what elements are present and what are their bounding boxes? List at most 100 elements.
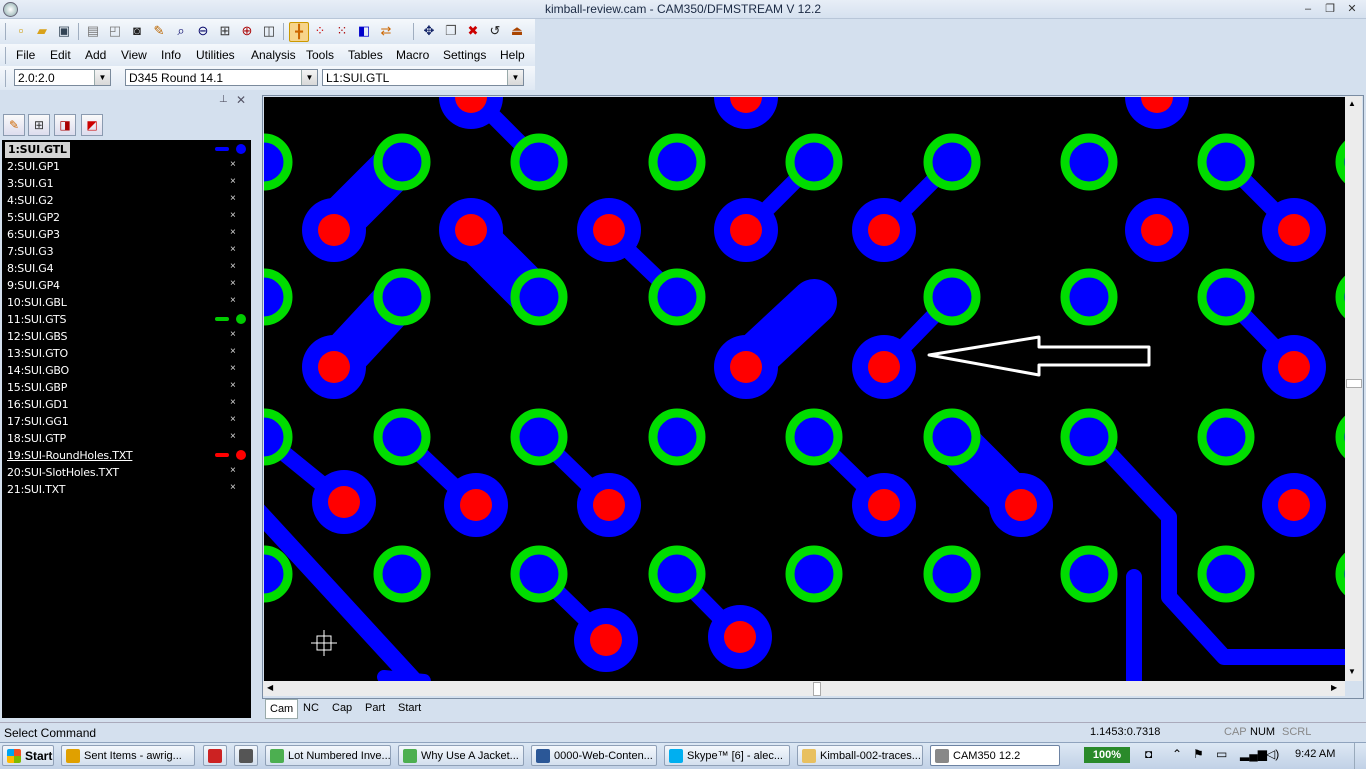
zoom-in-icon[interactable]: ⊕ [238, 22, 256, 40]
tab-start[interactable]: Start [394, 699, 425, 717]
menu-tables[interactable]: Tables [348, 48, 383, 62]
grid-select[interactable]: 2.0:2.0 ▼ [14, 69, 111, 86]
pcb-canvas[interactable] [264, 97, 1345, 681]
taskbar-item[interactable]: Kimball-002-traces... [797, 745, 923, 766]
redraw-icon[interactable]: ✎ [150, 22, 168, 40]
layer-hidden-mark[interactable]: × [230, 244, 236, 255]
horizontal-scrollbar[interactable]: ◀ ▶ [263, 681, 1345, 696]
chevron-down-icon[interactable]: ▼ [301, 70, 317, 85]
layer-item[interactable]: 11:SUI.GTS [7, 312, 67, 328]
minimize-button[interactable]: – [1299, 2, 1317, 16]
layers-color-icon[interactable]: ◧ [355, 22, 373, 40]
taskbar-item[interactable]: Skype™ [6] - alec... [664, 745, 790, 766]
menu-file[interactable]: File [16, 48, 35, 62]
scroll-right-icon[interactable]: ▶ [1331, 683, 1337, 692]
layer-off-icon[interactable]: ◩ [81, 114, 103, 136]
menu-macro[interactable]: Macro [396, 48, 429, 62]
battery-meter[interactable]: 100% [1084, 747, 1130, 763]
layer-item[interactable]: 8:SUI.G4 [7, 261, 54, 277]
menu-tools[interactable]: Tools [306, 48, 334, 62]
taskbar-item[interactable]: 0000-Web-Conten... [531, 745, 657, 766]
tab-nc[interactable]: NC [299, 699, 323, 717]
start-button[interactable]: Start [2, 745, 54, 766]
layer-item[interactable]: 18:SUI.GTP [7, 431, 66, 447]
layer-item[interactable]: 14:SUI.GBO [7, 363, 69, 379]
camera-icon[interactable]: ◙ [128, 22, 146, 40]
layer-hidden-mark[interactable]: × [230, 329, 236, 340]
scroll-down-icon[interactable]: ▼ [1348, 667, 1356, 676]
undo-icon[interactable]: ↺ [486, 22, 504, 40]
print-icon[interactable]: ▤ [84, 22, 102, 40]
vertical-scrollbar[interactable]: ▲ ▼ [1345, 96, 1362, 681]
layer-add-icon[interactable]: ⊞ [28, 114, 50, 136]
layer-color-swatch[interactable] [215, 453, 229, 457]
menu-edit[interactable]: Edit [50, 48, 71, 62]
grid-icon[interactable]: ⁘ [311, 22, 329, 40]
taskbar-item[interactable] [234, 745, 258, 766]
layer-edit-icon[interactable]: ✎ [3, 114, 25, 136]
menu-info[interactable]: Info [161, 48, 181, 62]
layer-hidden-mark[interactable]: × [230, 465, 236, 476]
chevron-down-icon[interactable]: ▼ [94, 70, 110, 85]
dots-icon[interactable]: ⁙ [333, 22, 351, 40]
layer-hidden-mark[interactable]: × [230, 397, 236, 408]
layer-item[interactable]: 12:SUI.GBS [7, 329, 68, 345]
layer-item[interactable]: 10:SUI.GBL [7, 295, 67, 311]
menu-settings[interactable]: Settings [443, 48, 486, 62]
layer-all-icon[interactable]: ◨ [54, 114, 76, 136]
layer-hidden-mark[interactable]: × [230, 482, 236, 493]
layer-hidden-mark[interactable]: × [230, 193, 236, 204]
monitor-icon[interactable]: ▭ [1216, 747, 1227, 761]
print-preview-icon[interactable]: ◰ [106, 22, 124, 40]
mirror-icon[interactable]: ⏏ [508, 22, 526, 40]
dcode-select[interactable]: D345 Round 14.1 ▼ [125, 69, 318, 86]
copy-icon[interactable]: ❐ [442, 22, 460, 40]
taskbar-item[interactable] [203, 745, 227, 766]
layer-item[interactable]: 4:SUI.G2 [7, 193, 54, 209]
menu-analysis[interactable]: Analysis [251, 48, 296, 62]
zoom-window-icon[interactable]: ⌕ [172, 22, 190, 40]
layer-item[interactable]: 3:SUI.G1 [7, 176, 54, 192]
move-icon[interactable]: ✥ [420, 22, 438, 40]
open-folder-icon[interactable]: ▰ [33, 22, 51, 40]
restore-button[interactable]: ❐ [1321, 2, 1339, 16]
new-file-icon[interactable]: ▫ [12, 22, 30, 40]
layer-hidden-mark[interactable]: × [230, 380, 236, 391]
close-button[interactable]: ✕ [1343, 2, 1361, 16]
scroll-left-icon[interactable]: ◀ [267, 683, 273, 692]
power-icon[interactable]: ◘ [1145, 747, 1152, 761]
flag-icon[interactable]: ⚑ [1193, 747, 1204, 761]
layer-item[interactable]: 13:SUI.GTO [7, 346, 68, 362]
layer-select[interactable]: L1:SUI.GTL ▼ [322, 69, 524, 86]
signal-icon[interactable]: ▂▄▆ [1240, 747, 1267, 761]
layer-item[interactable]: 5:SUI.GP2 [7, 210, 60, 226]
layer-color-swatch[interactable] [215, 147, 229, 151]
close-icon[interactable]: ✕ [236, 93, 246, 107]
scroll-up-icon[interactable]: ▲ [1348, 99, 1356, 108]
chevron-down-icon[interactable]: ▼ [507, 70, 523, 85]
clock[interactable]: 9:42 AM [1295, 748, 1335, 760]
layer-item[interactable]: 2:SUI.GP1 [7, 159, 60, 175]
tab-part[interactable]: Part [361, 699, 389, 717]
layer-hidden-mark[interactable]: × [230, 346, 236, 357]
layer-item[interactable]: 15:SUI.GBP [7, 380, 67, 396]
tab-cap[interactable]: Cap [328, 699, 356, 717]
layer-item[interactable]: 21:SUI.TXT [7, 482, 65, 498]
layer-hidden-mark[interactable]: × [230, 363, 236, 374]
delete-icon[interactable]: ✖ [464, 22, 482, 40]
layer-item[interactable]: 20:SUI-SlotHoles.TXT [7, 465, 119, 481]
layer-hidden-mark[interactable]: × [230, 431, 236, 442]
menu-add[interactable]: Add [85, 48, 106, 62]
snap-icon[interactable]: ╋ [289, 22, 309, 42]
menu-view[interactable]: View [121, 48, 147, 62]
zoom-previous-icon[interactable]: ◫ [260, 22, 278, 40]
layer-visible-dot[interactable] [236, 314, 246, 324]
taskbar-item[interactable]: Lot Numbered Inve... [265, 745, 391, 766]
layer-hidden-mark[interactable]: × [230, 159, 236, 170]
layer-hidden-mark[interactable]: × [230, 414, 236, 425]
layer-hidden-mark[interactable]: × [230, 295, 236, 306]
layer-item[interactable]: 6:SUI.GP3 [7, 227, 60, 243]
layer-item[interactable]: 1:SUI.GTL [5, 142, 70, 158]
layer-color-swatch[interactable] [215, 317, 229, 321]
layer-item[interactable]: 16:SUI.GD1 [7, 397, 69, 413]
